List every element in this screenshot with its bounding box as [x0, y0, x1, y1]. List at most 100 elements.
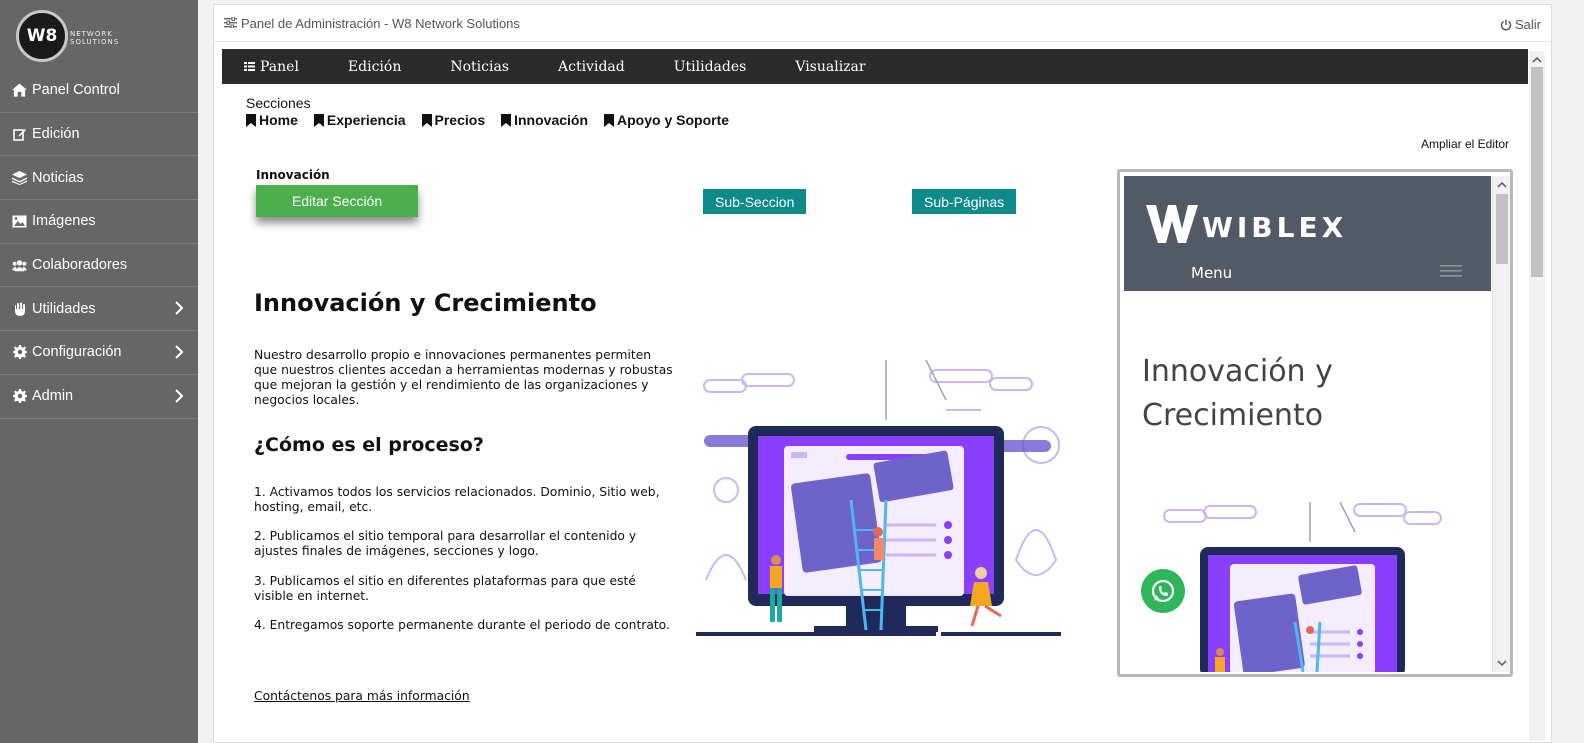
layers-icon — [12, 170, 27, 185]
logo-text: NETWORK SOLUTIONS — [70, 30, 119, 46]
section-tab-label: Experiencia — [326, 112, 406, 128]
main-scroll-thumb[interactable] — [1531, 67, 1543, 277]
logo-mark: W8 — [16, 10, 68, 62]
preview-illustration — [1163, 502, 1442, 672]
section-tab-home[interactable]: Home — [246, 112, 298, 128]
sidebar-item-label: Imágenes — [32, 213, 96, 230]
home-icon — [12, 83, 27, 97]
sidebar-item-label: Configuración — [32, 344, 122, 361]
section-tab-apoyo-soporte[interactable]: Apoyo y Soporte — [604, 112, 729, 128]
chevron-right-icon — [175, 389, 184, 403]
section-tab-precios[interactable]: Precios — [421, 112, 486, 128]
preview-title: Innovación y Crecimiento — [1142, 354, 1333, 433]
menu-item-noticias[interactable]: Noticias — [450, 59, 509, 75]
content-subheading: ¿Cómo es el proceso? — [254, 434, 484, 456]
hamburger-icon[interactable] — [1440, 264, 1462, 278]
menu-item-visualizar[interactable]: Visualizar — [795, 59, 865, 75]
content-heading: Innovación y Crecimiento — [254, 289, 597, 317]
section-tab-experiencia[interactable]: Experiencia — [313, 112, 406, 128]
gear-icon — [12, 345, 27, 360]
chevron-down-icon[interactable] — [1493, 656, 1511, 670]
sidebar-item-utilidades[interactable]: Utilidades — [0, 287, 198, 332]
logo[interactable]: W8 NETWORK SOLUTIONS — [16, 10, 146, 64]
menu-item-label: Edición — [347, 58, 402, 75]
current-section-title: Innovación — [256, 168, 330, 182]
sliders-icon — [224, 16, 237, 31]
logout-label: Salir — [1514, 17, 1541, 32]
section-tab-innovacion[interactable]: Innovación — [501, 112, 588, 128]
contact-link[interactable]: Contáctenos para más información — [254, 689, 470, 703]
menu-item-actividad[interactable]: Actividad — [558, 59, 625, 75]
chevron-right-icon — [175, 301, 184, 316]
sidebar-item-colaboradores[interactable]: Colaboradores — [0, 244, 198, 288]
bookmark-icon — [246, 113, 256, 127]
sidebar-item-panel-control[interactable]: Panel Control — [0, 69, 198, 113]
section-tab-label: Innovación — [514, 112, 589, 128]
wiblex-logo: WIBLEX — [1146, 205, 1346, 244]
innovation-illustration — [696, 360, 1061, 636]
menu-item-panel[interactable]: Panel — [244, 59, 299, 75]
menu-item-utilidades[interactable]: Utilidades — [674, 59, 747, 75]
content-step: 2. Publicamos el sitio temporal para des… — [254, 529, 637, 558]
sections-label: Secciones — [246, 95, 311, 111]
content-step: 1. Activamos todos los servicios relacio… — [254, 485, 660, 514]
sidebar-item-edicion[interactable]: Edición — [0, 113, 198, 157]
panel-header: Panel de Administración - W8 Network Sol… — [214, 5, 1551, 42]
preview-scrollbar[interactable] — [1492, 176, 1510, 672]
sidebar-item-label: Colaboradores — [32, 257, 128, 274]
image-icon — [12, 214, 27, 228]
preview-scroll-thumb[interactable] — [1496, 194, 1508, 264]
sidebar-nav: Panel Control Edición Noticias Imágenes … — [0, 69, 198, 419]
content-step: 4. Entregamos soporte permanente durante… — [254, 618, 670, 632]
section-tab-label: Apoyo y Soporte — [617, 112, 730, 128]
site-preview[interactable]: WIBLEX Menu Innovación y Crecimiento — [1117, 169, 1513, 677]
section-tab-label: Home — [259, 112, 298, 128]
logout-button[interactable]: Salir — [1500, 17, 1541, 32]
edit-icon — [12, 127, 27, 141]
sidebar-item-admin[interactable]: Admin — [0, 375, 198, 419]
expand-editor-link[interactable]: Ampliar el Editor — [1421, 137, 1509, 151]
content-step: 3. Publicamos el sitio en diferentes pla… — [254, 574, 636, 603]
logo-text-line-2: SOLUTIONS — [70, 38, 120, 46]
whatsapp-icon — [1151, 579, 1175, 603]
main-panel: Panel de Administración - W8 Network Sol… — [213, 4, 1552, 743]
subpages-button[interactable]: Sub-Páginas — [912, 189, 1017, 214]
bookmark-icon — [421, 113, 432, 127]
sidebar-item-configuracion[interactable]: Configuración — [0, 331, 198, 375]
menu-item-label: Utilidades — [673, 58, 747, 75]
bookmark-icon — [604, 113, 615, 127]
preview-menu-label[interactable]: Menu — [1191, 264, 1232, 282]
main-scrollbar[interactable] — [1529, 51, 1545, 741]
bookmark-icon — [501, 113, 512, 127]
hand-icon — [12, 302, 27, 316]
sidebar-item-label: Utilidades — [32, 300, 96, 317]
sidebar-item-label: Edición — [32, 126, 80, 143]
preview-header: WIBLEX Menu — [1124, 176, 1491, 291]
menu-item-label: Visualizar — [795, 58, 866, 75]
content-intro: Nuestro desarrollo propio e innovaciones… — [254, 348, 673, 407]
menu-item-label: Panel — [260, 58, 299, 75]
sidebar-item-noticias[interactable]: Noticias — [0, 156, 198, 201]
wiblex-brand-text: WIBLEX — [1202, 211, 1346, 244]
section-tab-label: Precios — [434, 112, 486, 128]
subsection-button[interactable]: Sub-Seccion — [703, 189, 807, 214]
bookmark-icon — [313, 113, 324, 127]
grid-icon — [244, 62, 255, 71]
logo-text-line-1: NETWORK — [70, 30, 113, 38]
top-menubar: Panel Edición Noticias Actividad Utilida… — [222, 49, 1528, 84]
sidebar-item-imagenes[interactable]: Imágenes — [0, 200, 198, 244]
sidebar-item-label: Panel Control — [32, 82, 120, 99]
edit-section-button[interactable]: Editar Sección — [256, 185, 418, 217]
chevron-up-icon[interactable] — [1493, 178, 1511, 192]
sidebar-item-label: Noticias — [32, 169, 84, 186]
chevron-up-icon[interactable] — [1529, 53, 1545, 67]
menu-item-label: Actividad — [558, 58, 625, 75]
sidebar-item-label: Admin — [32, 388, 74, 405]
menu-item-edicion[interactable]: Edición — [348, 59, 401, 75]
power-icon — [1500, 19, 1512, 30]
sidebar: W8 NETWORK SOLUTIONS Panel Control Edici… — [0, 0, 198, 743]
page-title: Panel de Administración - W8 Network Sol… — [241, 15, 520, 31]
whatsapp-button[interactable] — [1141, 569, 1185, 613]
users-icon — [12, 258, 27, 272]
menu-item-label: Noticias — [450, 58, 509, 75]
